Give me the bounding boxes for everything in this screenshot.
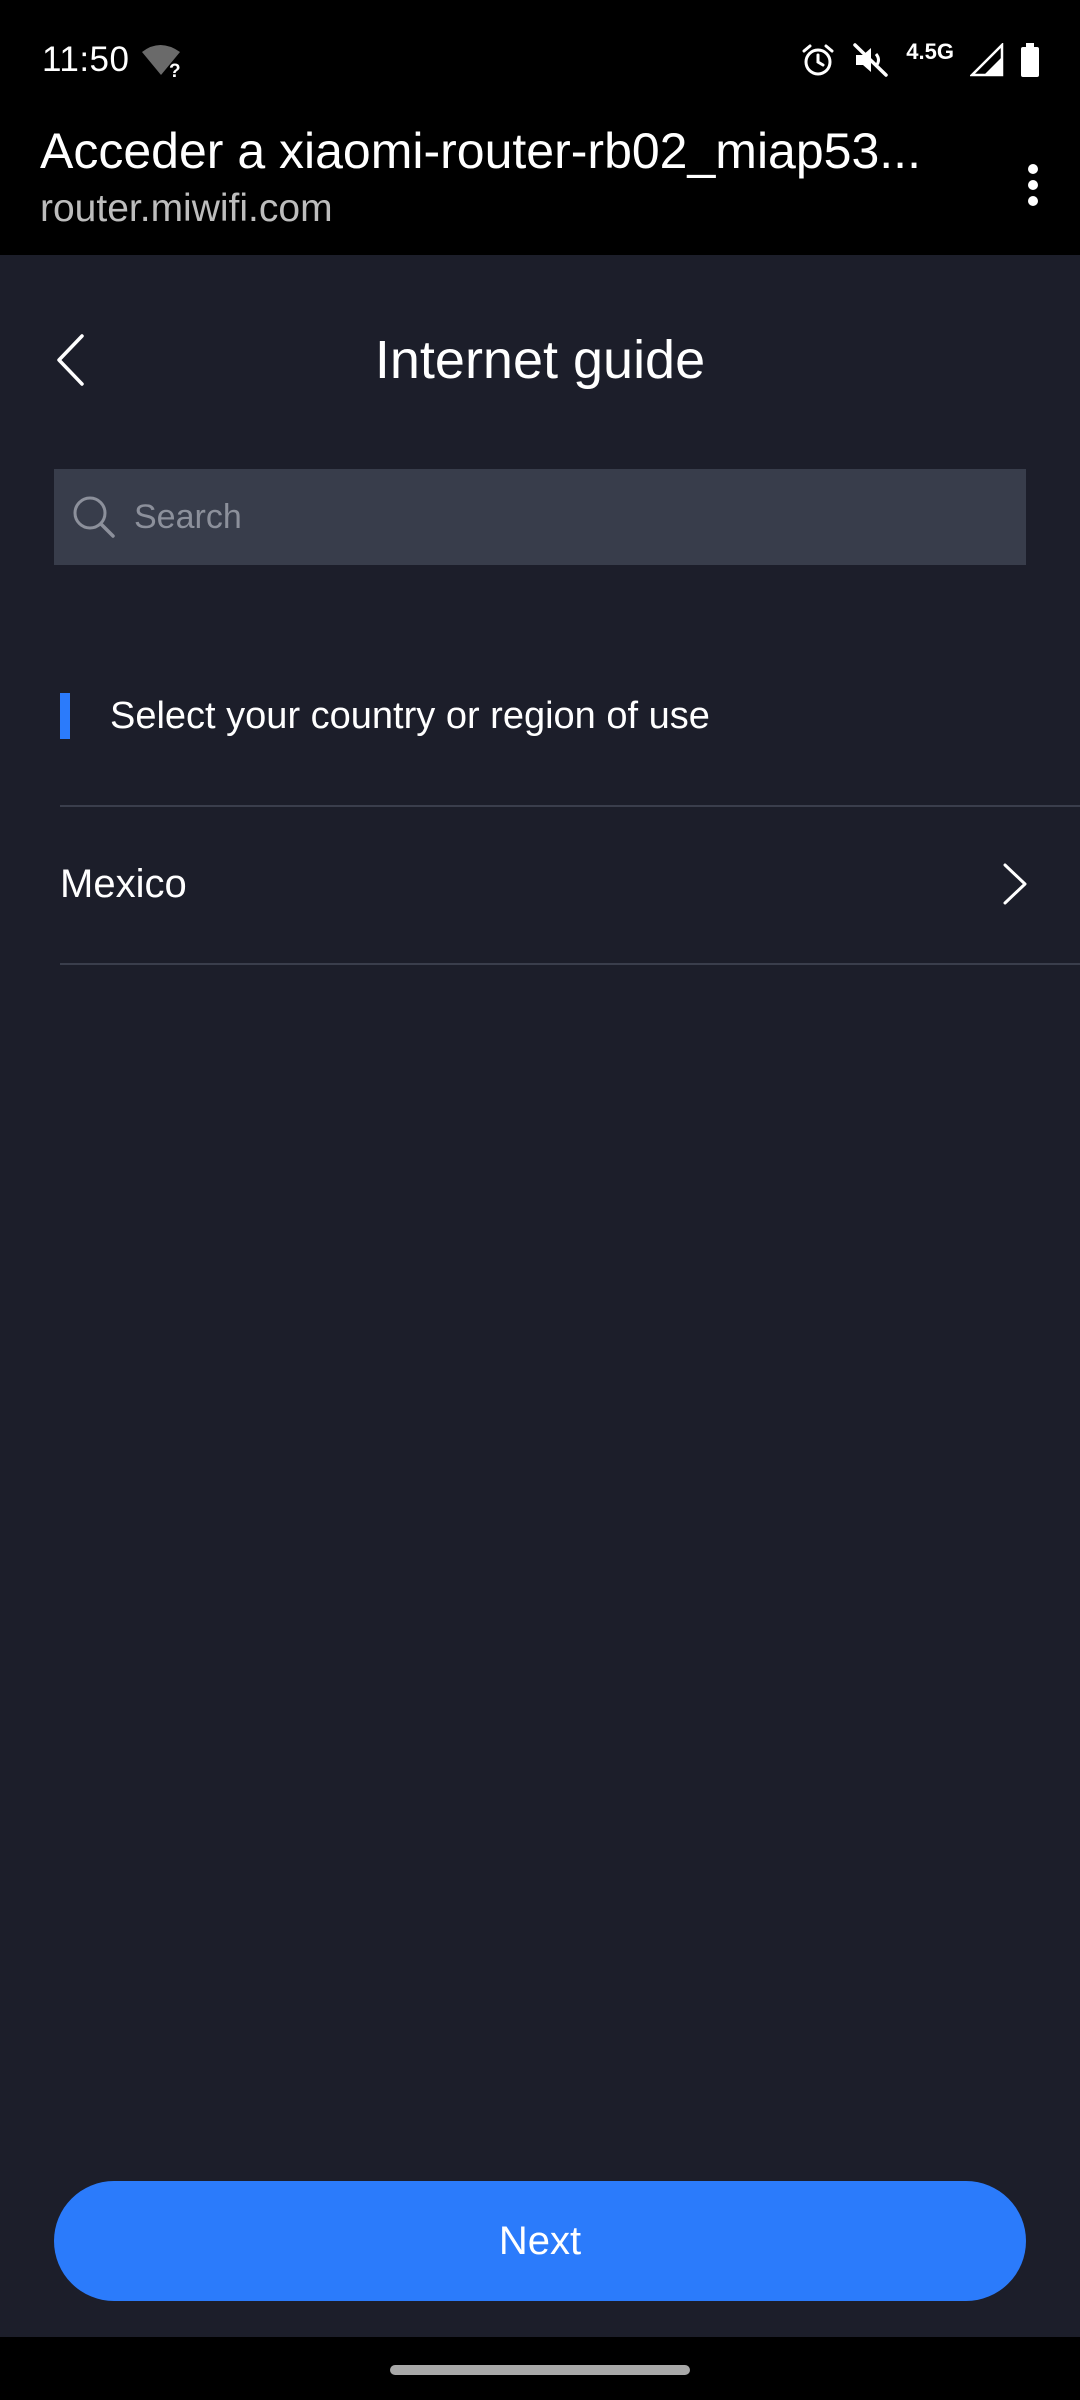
next-button[interactable]: Next: [54, 2181, 1026, 2301]
country-row-mexico[interactable]: Mexico: [60, 805, 1080, 963]
alarm-icon: [802, 44, 834, 76]
section-label: Select your country or region of use: [110, 694, 710, 737]
wifi-hint-text: ?: [169, 61, 181, 78]
search-icon: [70, 493, 118, 541]
section-header: Select your country or region of use: [60, 691, 710, 741]
page-title: Internet guide: [374, 330, 706, 390]
country-label: Mexico: [60, 861, 187, 906]
search-input[interactable]: [132, 486, 996, 548]
network-type: 4.5G: [906, 39, 954, 64]
status-bar: 11:50 ? 4.5G: [0, 0, 1080, 120]
navigation-bar: [0, 2337, 1080, 2400]
divider: [60, 963, 1080, 965]
wifi-unknown-icon: ?: [142, 45, 181, 78]
browser-header: Acceder a xiaomi-router-rb02_miap53... r…: [0, 120, 1080, 255]
search-box[interactable]: [54, 469, 1026, 565]
section-accent-bar: [60, 693, 70, 739]
more-vert-icon: [1028, 164, 1038, 206]
browser-title: Acceder a xiaomi-router-rb02_miap53...: [40, 123, 921, 179]
web-content: Internet guide Select your country or re…: [0, 255, 1080, 2337]
signal-icon: [970, 43, 1004, 77]
battery-icon: [1021, 43, 1039, 77]
more-menu-button[interactable]: [998, 140, 1068, 230]
chevron-right-icon: [1003, 863, 1027, 905]
status-time: 11:50: [42, 40, 130, 79]
status-icons: 4.5G: [800, 38, 1040, 82]
home-gesture-handle[interactable]: [390, 2365, 690, 2375]
mute-icon: [853, 43, 889, 77]
browser-url[interactable]: router.miwifi.com: [40, 184, 333, 234]
